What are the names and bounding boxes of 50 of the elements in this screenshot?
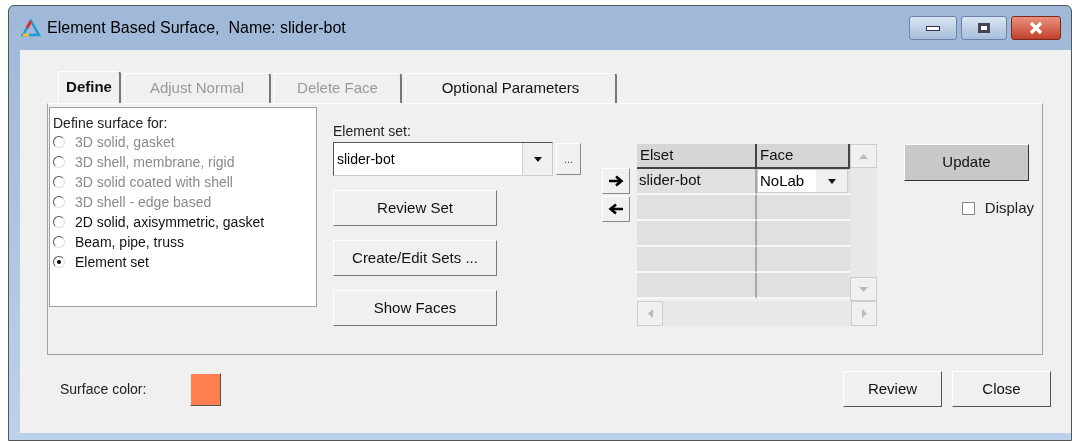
radio-button[interactable]	[53, 236, 65, 248]
surface-color-label: Surface color:	[60, 379, 147, 399]
radio-label: 3D shell, membrane, rigid	[75, 152, 235, 172]
action-button[interactable]: Create/Edit Sets ...	[333, 240, 497, 276]
app-logo-icon	[21, 19, 41, 37]
close-icon	[1028, 21, 1044, 35]
browse-button[interactable]: ...	[556, 143, 581, 175]
close-button[interactable]	[1011, 16, 1061, 40]
radio-label: 3D shell - edge based	[75, 192, 212, 212]
remove-arrow-button[interactable]	[602, 196, 630, 222]
add-arrow-button[interactable]	[602, 168, 630, 194]
radio-button[interactable]	[53, 256, 65, 268]
minimize-icon	[926, 25, 940, 31]
checkbox[interactable]	[961, 201, 975, 215]
maximize-button[interactable]	[961, 16, 1007, 40]
scroll-left-icon	[647, 309, 653, 318]
dropdown-arrow-icon	[827, 178, 836, 184]
dialog-button[interactable]: Close	[952, 371, 1051, 407]
vertical-scrollbar[interactable]	[850, 144, 877, 301]
group-label: Define surface for:	[53, 114, 169, 132]
radio-label: Beam, pipe, truss	[75, 232, 184, 252]
radio-button[interactable]	[53, 216, 65, 228]
radio-label: 2D solid, axisymmetric, gasket	[75, 212, 265, 232]
action-button[interactable]: Show Faces	[333, 290, 497, 326]
left-arrow-icon	[608, 203, 624, 215]
action-button[interactable]: Review Set	[333, 190, 497, 226]
scroll-up-icon	[859, 153, 868, 159]
radio-label: 3D solid coated with shell	[75, 172, 233, 192]
face-dropdown[interactable]: NoLab	[757, 169, 848, 193]
tab[interactable]: Optional Parameters	[405, 73, 617, 103]
right-arrow-icon	[608, 175, 624, 187]
field-label: Element set:	[333, 122, 412, 140]
minimize-button[interactable]	[909, 16, 957, 40]
scroll-down-icon	[859, 286, 868, 292]
window-title: Element Based Surface, Name: slider-bot	[47, 18, 346, 38]
tab[interactable]: Define	[58, 71, 121, 103]
element-set-dropdown[interactable]: slider-bot	[333, 142, 553, 176]
color-swatch[interactable]	[190, 372, 222, 406]
table-cell: slider-bot	[637, 169, 757, 195]
dropdown-arrow-icon	[533, 156, 542, 162]
horizontal-scrollbar[interactable]	[637, 301, 877, 326]
radio-label: Element set	[75, 252, 149, 272]
checkbox-label: Display	[984, 198, 1034, 218]
dialog-button[interactable]: Review	[843, 371, 942, 407]
update-button[interactable]: Update	[904, 144, 1029, 181]
column-header[interactable]: Face	[757, 144, 850, 169]
scroll-right-icon	[861, 309, 867, 318]
maximize-icon	[978, 23, 990, 33]
radio-label: 3D solid, gasket	[75, 132, 175, 152]
column-header[interactable]: Elset	[637, 144, 757, 169]
